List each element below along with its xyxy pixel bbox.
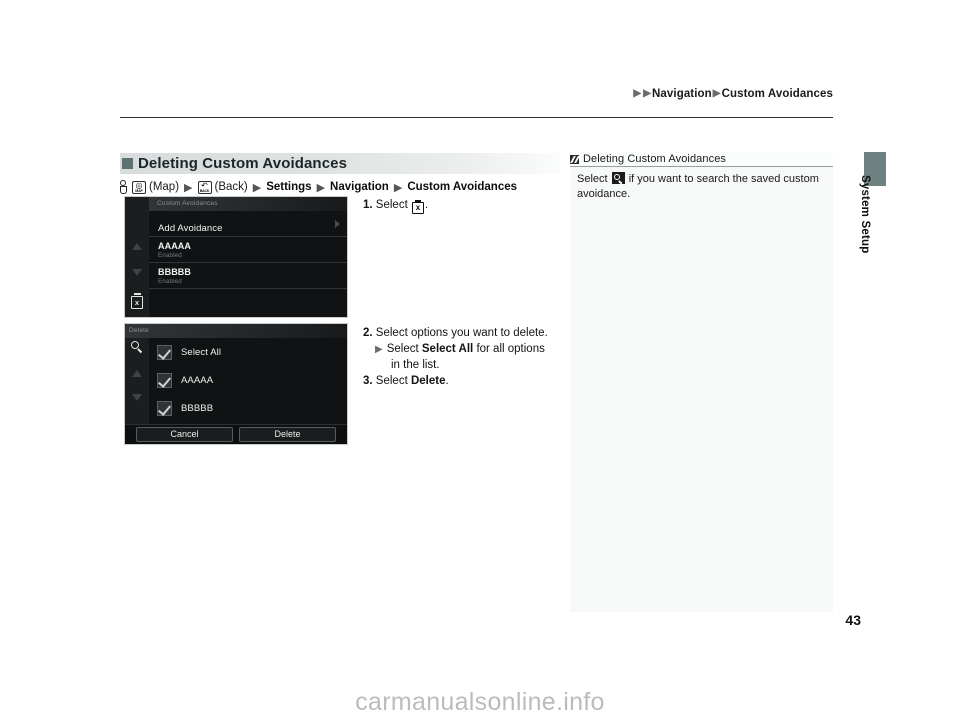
list-item-label: AAAAA (181, 374, 214, 386)
breadcrumb-arrow-icon: ▶ (633, 88, 642, 99)
list-item[interactable]: Select All (149, 339, 347, 365)
note-title: Deleting Custom Avoidances (583, 153, 727, 165)
page-title: Deleting Custom Avoidances (138, 155, 348, 172)
list-item-empty (149, 289, 347, 317)
search-magnifier-icon (611, 172, 625, 184)
nav-path-step-custom-avoidances: Custom Avoidances (407, 181, 518, 193)
delete-selection-screen: Delete Select All AAAAA BBBBB Cancel Del… (124, 323, 348, 445)
list-item-label: AAAAA (158, 241, 191, 251)
step-text-end: . (424, 199, 429, 211)
scroll-down-arrow-icon[interactable] (132, 394, 142, 401)
step-3: 3. Select Delete. (363, 374, 449, 390)
checkbox-checked[interactable] (157, 372, 172, 388)
list-item[interactable]: AAAAA Enabled (149, 237, 347, 263)
scroll-down-arrow-icon[interactable] (132, 269, 142, 276)
hand-pointer-icon (119, 179, 128, 195)
list-item-label: BBBBB (158, 267, 191, 277)
list-item-status: Enabled (158, 278, 182, 285)
section-heading: Deleting Custom Avoidances (120, 153, 560, 174)
delete-trash-icon: x (411, 199, 424, 214)
step-text: Select (375, 199, 408, 211)
list-item[interactable]: BBBBB Enabled (149, 263, 347, 289)
scroll-up-arrow-icon[interactable] (132, 243, 142, 250)
step-keyword: Delete (410, 375, 446, 387)
bullet-arrow-icon: ▶ (375, 344, 383, 355)
step-number: 3. (363, 375, 373, 387)
nav-path-step-navigation: Navigation (330, 181, 389, 193)
list-item[interactable]: Add Avoidance (149, 211, 347, 237)
screen-content: Custom Avoidances Add Avoidance AAAAA En… (149, 197, 347, 317)
map-button-icon: ◎ MAP (132, 180, 146, 194)
note-text-before: Select (577, 173, 608, 185)
side-tab-label: System Setup (859, 175, 871, 254)
breadcrumb: ▶ ▶Navigation▶Custom Avoidances (632, 88, 833, 100)
screen-title: Custom Avoidances (149, 197, 347, 211)
list-item-label: Add Avoidance (158, 223, 223, 234)
nav-path-step-settings: Settings (266, 181, 312, 193)
substep-before: Select (386, 343, 419, 355)
section-square-icon (122, 158, 133, 169)
screen-button-bar: Cancel Delete (125, 424, 347, 444)
note-body: Select if you want to search the saved c… (577, 172, 825, 202)
header-divider (120, 117, 833, 118)
list-item-status: Enabled (158, 252, 182, 259)
step-2-substep-continued: in the list. (391, 359, 440, 371)
list-item-label: Select All (181, 346, 222, 358)
page-header: ▶ ▶Navigation▶Custom Avoidances (120, 88, 833, 118)
nav-path-arrow-icon: ▶ (393, 181, 403, 194)
chevron-double-right-icon (570, 154, 579, 164)
breadcrumb-arrow-icon: ▶ (712, 88, 721, 99)
chevron-right-icon (335, 219, 340, 228)
nav-path-arrow-icon: ▶ (252, 181, 262, 194)
step-text: Select (375, 375, 408, 387)
list-item[interactable]: AAAAA (149, 367, 347, 393)
list-item[interactable]: BBBBB (149, 395, 347, 421)
step-2-substep: ▶ Select Select All for all options (375, 342, 545, 358)
breadcrumb-arrow-icon: ▶ (643, 88, 651, 99)
custom-avoidances-screen: x Custom Avoidances Add Avoidance AAAAA … (124, 196, 348, 318)
nav-path-back-label: (Back) (214, 181, 248, 193)
back-button-icon: ↶ BACK (197, 180, 212, 194)
checkbox-checked[interactable] (157, 344, 172, 360)
substep-keyword: Select All (421, 343, 474, 355)
nav-path-map-label: (Map) (149, 181, 180, 193)
note-header: Deleting Custom Avoidances (570, 152, 833, 167)
cancel-button[interactable]: Cancel (136, 427, 233, 442)
scroll-up-arrow-icon[interactable] (132, 370, 142, 377)
step-text: Select options you want to delete. (375, 327, 548, 339)
nav-path-arrow-icon: ▶ (184, 181, 193, 194)
screen-title: Delete (125, 324, 347, 338)
substep-after: for all options (476, 343, 545, 355)
breadcrumb-item-navigation: Navigation (652, 88, 712, 100)
watermark: carmanualsonline.info (355, 688, 605, 716)
note-panel: Deleting Custom Avoidances Select if you… (570, 152, 833, 612)
breadcrumb-item-custom-avoidances: Custom Avoidances (721, 88, 833, 100)
navigation-path: ◎ MAP (Map) ▶ ↶ BACK (Back) ▶ Settings ▶ N… (119, 178, 517, 196)
screen-content: Delete Select All AAAAA BBBBB Cancel Del… (125, 324, 347, 444)
step-2: 2. Select options you want to delete. (363, 326, 548, 342)
delete-button[interactable]: Delete (239, 427, 336, 442)
screen-side-rail: x (125, 197, 149, 317)
delete-trash-icon[interactable]: x (131, 293, 143, 309)
list-item-label: BBBBB (181, 402, 214, 414)
step-number: 2. (363, 327, 373, 339)
nav-path-arrow-icon: ▶ (316, 181, 326, 194)
checkbox-checked[interactable] (157, 400, 172, 416)
step-number: 1. (363, 199, 373, 211)
search-magnifier-icon[interactable] (131, 341, 142, 352)
step-1: 1. Select x. (363, 198, 428, 214)
page-number: 43 (845, 612, 861, 628)
step-text-end: . (445, 375, 449, 387)
